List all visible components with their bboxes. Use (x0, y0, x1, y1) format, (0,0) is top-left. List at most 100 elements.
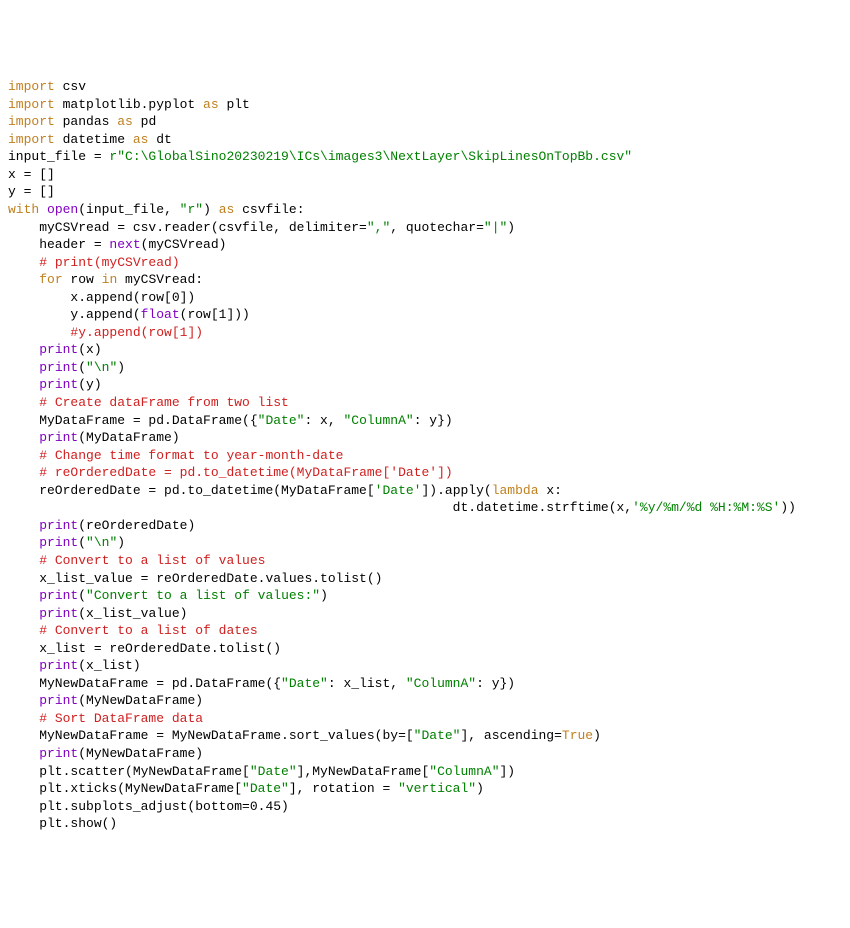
code-token: "vertical" (398, 781, 476, 796)
code-token (8, 465, 39, 480)
code-token (8, 325, 70, 340)
code-line: print("\n") (8, 359, 842, 377)
code-token: plt.xticks(MyNewDataFrame[ (8, 781, 242, 796)
code-line: # reOrderedDate = pd.to_datetime(MyDataF… (8, 464, 842, 482)
code-token: pd (133, 114, 156, 129)
code-token: dt (148, 132, 171, 147)
code-token: x_list = reOrderedDate.tolist() (8, 641, 281, 656)
code-token: "ColumnA" (406, 676, 476, 691)
code-token: datetime (55, 132, 133, 147)
code-line: # Convert to a list of dates (8, 622, 842, 640)
code-block: import csvimport matplotlib.pyplot as pl… (8, 78, 842, 833)
code-token (8, 623, 39, 638)
code-line: x.append(row[0]) (8, 289, 842, 307)
code-token: 'Date' (375, 483, 422, 498)
code-token (39, 202, 47, 217)
code-line: print("Convert to a list of values:") (8, 587, 842, 605)
code-token (8, 430, 39, 445)
code-token (8, 711, 39, 726)
code-token: "Date" (281, 676, 328, 691)
code-token: print (39, 342, 78, 357)
code-token (8, 746, 39, 761)
code-token: # Sort DataFrame data (39, 711, 203, 726)
code-token: '%y/%m/%d %H:%M:%S' (632, 500, 780, 515)
code-token: y = [] (8, 184, 55, 199)
code-token: reOrderedDate = pd.to_datetime(MyDataFra… (8, 483, 375, 498)
code-token: matplotlib.pyplot (55, 97, 203, 112)
code-token: x_list_value = reOrderedDate.values.toli… (8, 571, 382, 586)
code-line: y = [] (8, 183, 842, 201)
code-token: #y.append(row[1]) (70, 325, 203, 340)
code-line: # Convert to a list of values (8, 552, 842, 570)
code-token: r"C:\GlobalSino20230219\ICs\images3\Next… (109, 149, 632, 164)
code-token (8, 658, 39, 673)
code-token: print (39, 588, 78, 603)
code-token: input_file = (8, 149, 109, 164)
code-token: "ColumnA" (429, 764, 499, 779)
code-token: ( (78, 360, 86, 375)
code-token: MyNewDataFrame = MyNewDataFrame.sort_val… (8, 728, 414, 743)
code-token: print (39, 430, 78, 445)
code-line: header = next(myCSVread) (8, 236, 842, 254)
code-token: (x) (78, 342, 101, 357)
code-token: print (39, 693, 78, 708)
code-token (8, 535, 39, 550)
code-token: )) (780, 500, 796, 515)
code-token: ( (78, 588, 86, 603)
code-token: MyNewDataFrame = pd.DataFrame({ (8, 676, 281, 691)
code-token: : y}) (414, 413, 453, 428)
code-token (8, 272, 39, 287)
code-line: dt.datetime.strftime(x,'%y/%m/%d %H:%M:%… (8, 499, 842, 517)
code-token (8, 377, 39, 392)
code-token: ) (507, 220, 515, 235)
code-token (8, 395, 39, 410)
code-line: # Sort DataFrame data (8, 710, 842, 728)
code-token: as (133, 132, 149, 147)
code-token: as (117, 114, 133, 129)
code-token: import (8, 79, 55, 94)
code-token: myCSVread = csv.reader(csvfile, delimite… (8, 220, 367, 235)
code-token: x = [] (8, 167, 55, 182)
code-line: plt.xticks(MyNewDataFrame["Date"], rotat… (8, 780, 842, 798)
code-line: MyNewDataFrame = pd.DataFrame({"Date": x… (8, 675, 842, 693)
code-line: print(x) (8, 341, 842, 359)
code-token: "," (367, 220, 390, 235)
code-token: print (39, 377, 78, 392)
code-token: as (203, 97, 219, 112)
code-token: csvfile: (234, 202, 304, 217)
code-token: True (562, 728, 593, 743)
code-token: "Date" (242, 781, 289, 796)
code-token: for (39, 272, 62, 287)
code-token (8, 553, 39, 568)
code-line: print("\n") (8, 534, 842, 552)
code-token: plt.scatter(MyNewDataFrame[ (8, 764, 250, 779)
code-token: "Date" (414, 728, 461, 743)
code-token (8, 588, 39, 603)
code-line: # Create dataFrame from two list (8, 394, 842, 412)
code-token: y.append( (8, 307, 141, 322)
code-token: header = (8, 237, 109, 252)
code-line: myCSVread = csv.reader(csvfile, delimite… (8, 219, 842, 237)
code-token: (y) (78, 377, 101, 392)
code-token: # print(myCSVread) (39, 255, 179, 270)
code-line: with open(input_file, "r") as csvfile: (8, 201, 842, 219)
code-token: "Date" (250, 764, 297, 779)
code-token (8, 255, 39, 270)
code-line: MyDataFrame = pd.DataFrame({"Date": x, "… (8, 412, 842, 430)
code-token: dt.datetime.strftime(x, (8, 500, 632, 515)
code-line: for row in myCSVread: (8, 271, 842, 289)
code-token: import (8, 132, 55, 147)
code-line: plt.subplots_adjust(bottom=0.45) (8, 798, 842, 816)
code-line: plt.show() (8, 815, 842, 833)
code-token: "Convert to a list of values:" (86, 588, 320, 603)
code-token: "\n" (86, 360, 117, 375)
code-token: as (219, 202, 235, 217)
code-line: print(y) (8, 376, 842, 394)
code-token: (MyDataFrame) (78, 430, 179, 445)
code-token (8, 606, 39, 621)
code-line: input_file = r"C:\GlobalSino20230219\ICs… (8, 148, 842, 166)
code-token: "|" (484, 220, 507, 235)
code-token: x: (539, 483, 562, 498)
code-token: import (8, 97, 55, 112)
code-token: lambda (492, 483, 539, 498)
